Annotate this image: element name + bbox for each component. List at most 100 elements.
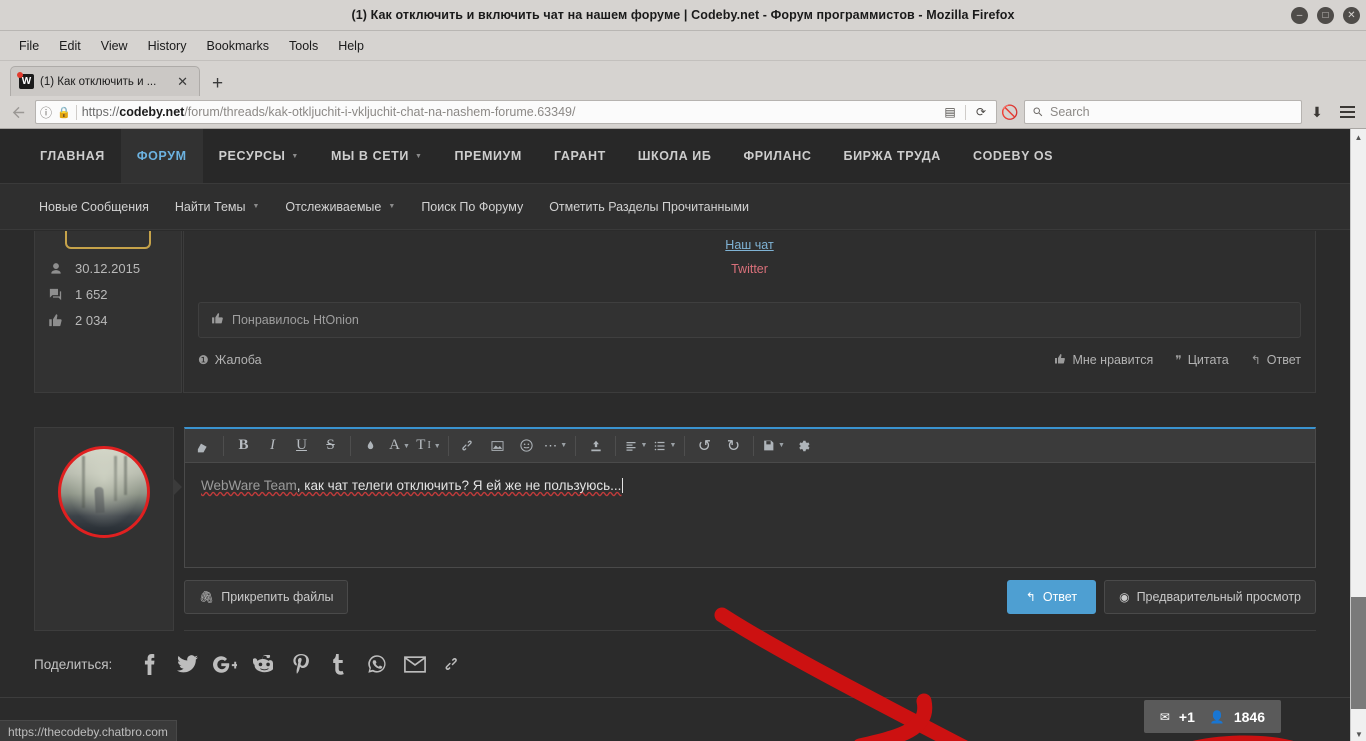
scrollbar-thumb[interactable] xyxy=(1351,597,1366,709)
subnav-otslezhivaemye[interactable]: Отслеживаемые▼ xyxy=(272,200,408,214)
chevron-down-icon: ▼ xyxy=(641,442,648,449)
new-tab-button[interactable]: + xyxy=(200,74,233,96)
upload-icon[interactable] xyxy=(581,432,610,460)
page-scrollbar[interactable]: ▲ ▼ xyxy=(1350,129,1366,741)
eye-icon: ◉ xyxy=(1119,590,1129,604)
reload-icon[interactable]: ⟳ xyxy=(970,102,992,122)
attach-files-button[interactable]: 🖇 Прикрепить файлы xyxy=(184,580,348,614)
nav-premium[interactable]: ПРЕМИУМ xyxy=(439,129,538,183)
editor-main: B I U S A▼ TI▼ xyxy=(184,427,1316,631)
pinterest-icon[interactable] xyxy=(282,649,320,679)
subnav-otmetit-razdely[interactable]: Отметить Разделы Прочитанными xyxy=(536,200,762,214)
undo-icon[interactable]: ↺ xyxy=(690,432,719,460)
search-bar[interactable]: Search xyxy=(1024,100,1302,124)
scroll-up-arrow-icon[interactable]: ▲ xyxy=(1351,129,1366,145)
nav-glavnaya[interactable]: ГЛАВНАЯ xyxy=(24,129,121,183)
nav-my-v-seti[interactable]: МЫ В СЕТИ▼ xyxy=(315,129,439,183)
editor-text-area[interactable]: WebWare Team, как чат телеги отключить? … xyxy=(185,463,1315,567)
reply-button[interactable]: ↰ Ответ xyxy=(1251,353,1301,367)
font-family-icon[interactable]: A▼ xyxy=(385,432,414,460)
maximize-button[interactable]: □ xyxy=(1317,7,1334,24)
menu-hamburger-icon[interactable] xyxy=(1332,106,1362,118)
smilie-icon[interactable] xyxy=(512,432,541,460)
nav-codeby-os[interactable]: CODEBY OS xyxy=(957,129,1069,183)
adblock-icon[interactable]: 🚫 xyxy=(1000,102,1020,122)
post-container: 30.12.2015 1 652 2 034 Наш чат xyxy=(0,231,1350,393)
toolbar-divider xyxy=(448,436,449,456)
nav-resursy[interactable]: РЕСУРСЫ▼ xyxy=(203,129,315,183)
editor-mention[interactable]: WebWare Team xyxy=(201,478,297,494)
minimize-button[interactable]: – xyxy=(1291,7,1308,24)
nav-frilans[interactable]: ФРИЛАНС xyxy=(727,129,827,183)
bold-icon[interactable]: B xyxy=(229,432,258,460)
menu-help[interactable]: Help xyxy=(329,35,373,57)
scroll-down-arrow-icon[interactable]: ▼ xyxy=(1351,726,1366,741)
reply-icon: ↰ xyxy=(1026,590,1036,604)
close-button[interactable]: ✕ xyxy=(1343,7,1360,24)
subnav-najti-temy[interactable]: Найти Темы▼ xyxy=(162,200,273,214)
nav-birzha-truda[interactable]: БИРЖА ТРУДА xyxy=(828,129,957,183)
avatar[interactable] xyxy=(58,446,150,538)
subnav-poisk-po-forumu[interactable]: Поиск По Форуму xyxy=(408,200,536,214)
link-nash-chat[interactable]: Наш чат xyxy=(725,238,773,252)
link-icon[interactable] xyxy=(454,432,483,460)
strikethrough-icon[interactable]: S xyxy=(316,432,345,460)
menu-view[interactable]: View xyxy=(92,35,137,57)
menu-history[interactable]: History xyxy=(139,35,196,57)
url-bar[interactable]: ⓘ 🔒 https://codeby.net/forum/threads/kak… xyxy=(35,100,997,124)
report-button[interactable]: ❶ Жалоба xyxy=(198,353,262,367)
subnav-novye-soobshcheniya[interactable]: Новые Сообщения xyxy=(26,200,162,214)
google-plus-icon[interactable] xyxy=(206,649,244,679)
underline-icon[interactable]: U xyxy=(287,432,316,460)
more-options-icon[interactable]: ⋯▼ xyxy=(541,432,570,460)
nav-label: CODEBY OS xyxy=(973,149,1053,163)
font-size-icon[interactable]: TI▼ xyxy=(414,432,443,460)
redo-icon[interactable]: ↻ xyxy=(719,432,748,460)
email-icon[interactable] xyxy=(396,649,434,679)
downloads-icon[interactable]: ⬇ xyxy=(1302,104,1332,121)
paperclip-icon: 🖇 xyxy=(199,590,214,604)
tumblr-icon[interactable] xyxy=(320,649,358,679)
page-viewport: ГЛАВНАЯ ФОРУМ РЕСУРСЫ▼ МЫ В СЕТИ▼ ПРЕМИУ… xyxy=(0,129,1366,741)
toolbar-divider xyxy=(615,436,616,456)
list-icon[interactable]: ▼ xyxy=(650,432,679,460)
window-controls: – □ ✕ xyxy=(1291,0,1360,31)
link-icon[interactable] xyxy=(434,649,472,679)
image-icon[interactable] xyxy=(483,432,512,460)
toolbar-divider xyxy=(575,436,576,456)
nav-garant[interactable]: ГАРАНТ xyxy=(538,129,622,183)
text-color-icon[interactable] xyxy=(356,432,385,460)
align-icon[interactable]: ▼ xyxy=(621,432,650,460)
tab-close-icon[interactable]: ✕ xyxy=(174,74,191,90)
chevron-down-icon: ▼ xyxy=(252,203,259,210)
site-info-icon[interactable]: ⓘ xyxy=(40,104,52,121)
reader-mode-icon[interactable]: ▤ xyxy=(939,102,961,122)
share-label: Поделиться: xyxy=(34,657,112,672)
reddit-icon[interactable] xyxy=(244,649,282,679)
nav-forum[interactable]: ФОРУМ xyxy=(121,129,203,183)
nav-shkola-ib[interactable]: ШКОЛА ИБ xyxy=(622,129,728,183)
menu-edit[interactable]: Edit xyxy=(50,35,90,57)
stat-likes: 2 034 xyxy=(47,313,169,328)
whatsapp-icon[interactable] xyxy=(358,649,396,679)
twitter-icon[interactable] xyxy=(168,649,206,679)
settings-gear-icon[interactable] xyxy=(788,432,817,460)
stat-messages: 1 652 xyxy=(47,287,169,302)
reply-submit-button[interactable]: ↰ Ответ xyxy=(1007,580,1096,614)
chat-widget-badge[interactable]: ✉ +1 👤 1846 xyxy=(1144,700,1281,733)
menu-tools[interactable]: Tools xyxy=(280,35,327,57)
link-twitter[interactable]: Twitter xyxy=(198,260,1301,278)
remove-formatting-icon[interactable] xyxy=(189,432,218,460)
back-button[interactable] xyxy=(4,99,32,125)
menu-bookmarks[interactable]: Bookmarks xyxy=(197,35,278,57)
browser-tab[interactable]: W (1) Как отключить и ... ✕ xyxy=(10,66,200,96)
italic-icon[interactable]: I xyxy=(258,432,287,460)
facebook-icon[interactable] xyxy=(130,649,168,679)
toolbar-divider xyxy=(753,436,754,456)
menu-file[interactable]: File xyxy=(10,35,48,57)
quote-button[interactable]: ❞ Цитата xyxy=(1175,353,1229,367)
reply-label: Ответ xyxy=(1267,353,1301,367)
like-button[interactable]: Мне нравится xyxy=(1054,353,1153,368)
draft-icon[interactable]: ▼ xyxy=(759,432,788,460)
preview-button[interactable]: ◉ Предварительный просмотр xyxy=(1104,580,1316,614)
